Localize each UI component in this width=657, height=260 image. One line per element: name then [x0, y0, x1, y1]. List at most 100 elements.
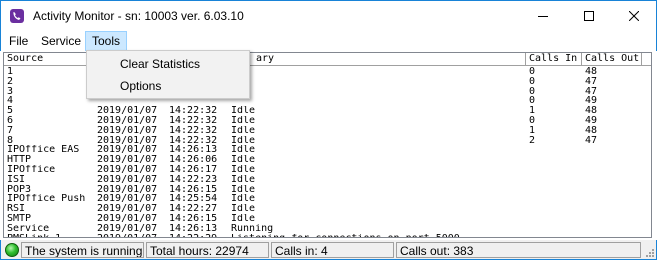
- cell-calls-in: 1: [529, 125, 536, 136]
- cell-time: 14:22:23: [169, 174, 218, 185]
- table-row[interactable]: Service 2019/01/07 14:26:13 Running: [4, 224, 651, 234]
- cell-date: 2019/01/07: [97, 106, 158, 116]
- cell-calls-in: 0: [529, 115, 536, 126]
- table-row[interactable]: IPOffice Push 2019/01/07 14:25:54 Idle: [4, 194, 651, 204]
- cell-summary: Idle: [231, 155, 256, 165]
- cell-calls-out: 49: [585, 115, 598, 126]
- cell-calls-out: 48: [585, 106, 598, 116]
- menu-file[interactable]: File: [3, 31, 34, 51]
- window-title: Activity Monitor - sn: 10003 ver. 6.03.1…: [33, 9, 244, 23]
- table-row[interactable]: IPOffice EAS 2019/01/07 14:26:13 Idle: [4, 145, 651, 155]
- status-calls-out: Calls out: 383: [396, 242, 641, 258]
- tools-dropdown-menu: Clear Statistics Options: [86, 50, 250, 99]
- cell-summary: Idle: [231, 174, 256, 185]
- table-row[interactable]: 6 2019/01/07 14:22:32 Idle 0 49: [4, 116, 651, 126]
- table-row[interactable]: 5 2019/01/07 14:22:32 Idle 1 48: [4, 106, 651, 116]
- cell-date: 2019/01/07: [97, 125, 158, 136]
- cell-date: 2019/01/07: [94, 234, 166, 237]
- table-row[interactable]: PMSLink 12019/01/0714:22:29Listening for…: [4, 234, 651, 237]
- resize-grip-icon[interactable]: [643, 246, 655, 258]
- cell-time: 14:22:32: [169, 135, 218, 146]
- cell-time: 14:26:17: [169, 164, 218, 175]
- cell-source: 6: [7, 115, 14, 126]
- status-led-icon: [5, 243, 19, 257]
- close-icon: [629, 11, 639, 21]
- table-row[interactable]: 8 2019/01/07 14:22:32 Idle 2 47: [4, 136, 651, 146]
- table-row[interactable]: RSI 2019/01/07 14:22:27 Idle: [4, 204, 651, 214]
- table-row[interactable]: POP3 2019/01/07 14:26:15 Idle: [4, 185, 651, 195]
- menu-bar: File Service Tools: [0, 31, 657, 51]
- title-bar[interactable]: Activity Monitor - sn: 10003 ver. 6.03.1…: [0, 0, 657, 31]
- close-button[interactable]: [611, 1, 657, 31]
- cell-summary: Idle: [231, 184, 256, 195]
- cell-summary: Idle: [231, 194, 256, 205]
- menu-tools[interactable]: Tools: [85, 31, 128, 51]
- table-row[interactable]: HTTP 2019/01/07 14:26:06 Idle: [4, 155, 651, 165]
- cell-source: 4: [7, 96, 14, 107]
- cell-source: ISI: [7, 174, 26, 185]
- minimize-button[interactable]: [520, 1, 566, 31]
- menu-item-clear-statistics[interactable]: Clear Statistics: [88, 53, 248, 75]
- cell-calls-out: 48: [585, 125, 598, 136]
- cell-source: 3: [7, 86, 14, 97]
- cell-time: 14:26:13: [169, 145, 218, 156]
- cell-calls-out: 47: [585, 86, 598, 97]
- cell-source: RSI: [7, 204, 26, 214]
- status-total-hours: Total hours: 22974: [146, 242, 269, 258]
- cell-source: POP3: [7, 184, 32, 195]
- cell-date: 2019/01/07: [97, 204, 158, 214]
- cell-calls-in: 0: [529, 86, 536, 97]
- minimize-icon: [538, 16, 548, 17]
- cell-date: 2019/01/07: [97, 164, 158, 175]
- cell-summary: Idle: [231, 106, 256, 116]
- cell-source: PMSLink 1: [4, 234, 94, 237]
- column-header-summary[interactable]: ary: [228, 53, 526, 66]
- phone-handset-icon: [9, 8, 25, 24]
- cell-date: 2019/01/07: [97, 213, 158, 224]
- menu-service[interactable]: Service: [35, 31, 87, 51]
- cell-date: 2019/01/07: [97, 145, 158, 156]
- cell-summary: Idle: [231, 164, 256, 175]
- table-row[interactable]: 7 2019/01/07 14:22:32 Idle 1 48: [4, 126, 651, 136]
- cell-date: 2019/01/07: [97, 223, 158, 234]
- cell-calls-out: 48: [585, 67, 598, 77]
- cell-source: 2: [7, 76, 14, 87]
- column-header-calls-in[interactable]: Calls In: [526, 53, 582, 66]
- cell-source: 5: [7, 106, 14, 116]
- cell-source: 8: [7, 135, 14, 146]
- cell-source: IPOffice Push: [7, 194, 86, 205]
- cell-source: 7: [7, 125, 14, 136]
- maximize-icon: [584, 11, 594, 21]
- table-row[interactable]: SMTP 2019/01/07 14:26:15 Idle: [4, 214, 651, 224]
- cell-summary: Idle: [231, 115, 256, 126]
- cell-summary: Running: [231, 223, 274, 234]
- column-header-calls-out[interactable]: Calls Out: [582, 53, 642, 66]
- table-row[interactable]: ISI 2019/01/07 14:22:23 Idle: [4, 175, 651, 185]
- cell-date: 2019/01/07: [97, 155, 158, 165]
- cell-date: 2019/01/07: [97, 115, 158, 126]
- cell-date: 2019/01/07: [97, 135, 158, 146]
- maximize-button[interactable]: [566, 1, 612, 31]
- cell-date: 2019/01/07: [97, 194, 158, 205]
- cell-summary: Idle: [231, 145, 256, 156]
- cell-source: HTTP: [7, 155, 32, 165]
- cell-calls-in: 2: [529, 135, 536, 146]
- cell-time: 14:22:32: [169, 125, 218, 136]
- cell-time: 14:22:32: [169, 106, 218, 116]
- column-header-source[interactable]: Source: [4, 53, 94, 66]
- cell-date: 2019/01/07: [97, 184, 158, 195]
- status-calls-in: Calls in: 4: [271, 242, 394, 258]
- cell-calls-in: 1: [529, 106, 536, 116]
- status-running-text: The system is running.: [21, 242, 144, 258]
- cell-summary: Idle: [231, 135, 256, 146]
- cell-calls-in: 0: [529, 96, 536, 107]
- cell-source: IPOffice: [7, 164, 56, 175]
- cell-time: 14:26:15: [169, 213, 218, 224]
- cell-source: 1: [7, 67, 14, 77]
- cell-time: 14:26:15: [169, 184, 218, 195]
- table-row[interactable]: IPOffice 2019/01/07 14:26:17 Idle: [4, 165, 651, 175]
- menu-item-options[interactable]: Options: [88, 75, 248, 97]
- cell-date: 2019/01/07: [97, 174, 158, 185]
- cell-source: Service: [7, 223, 50, 234]
- cell-time: 14:26:06: [169, 155, 218, 165]
